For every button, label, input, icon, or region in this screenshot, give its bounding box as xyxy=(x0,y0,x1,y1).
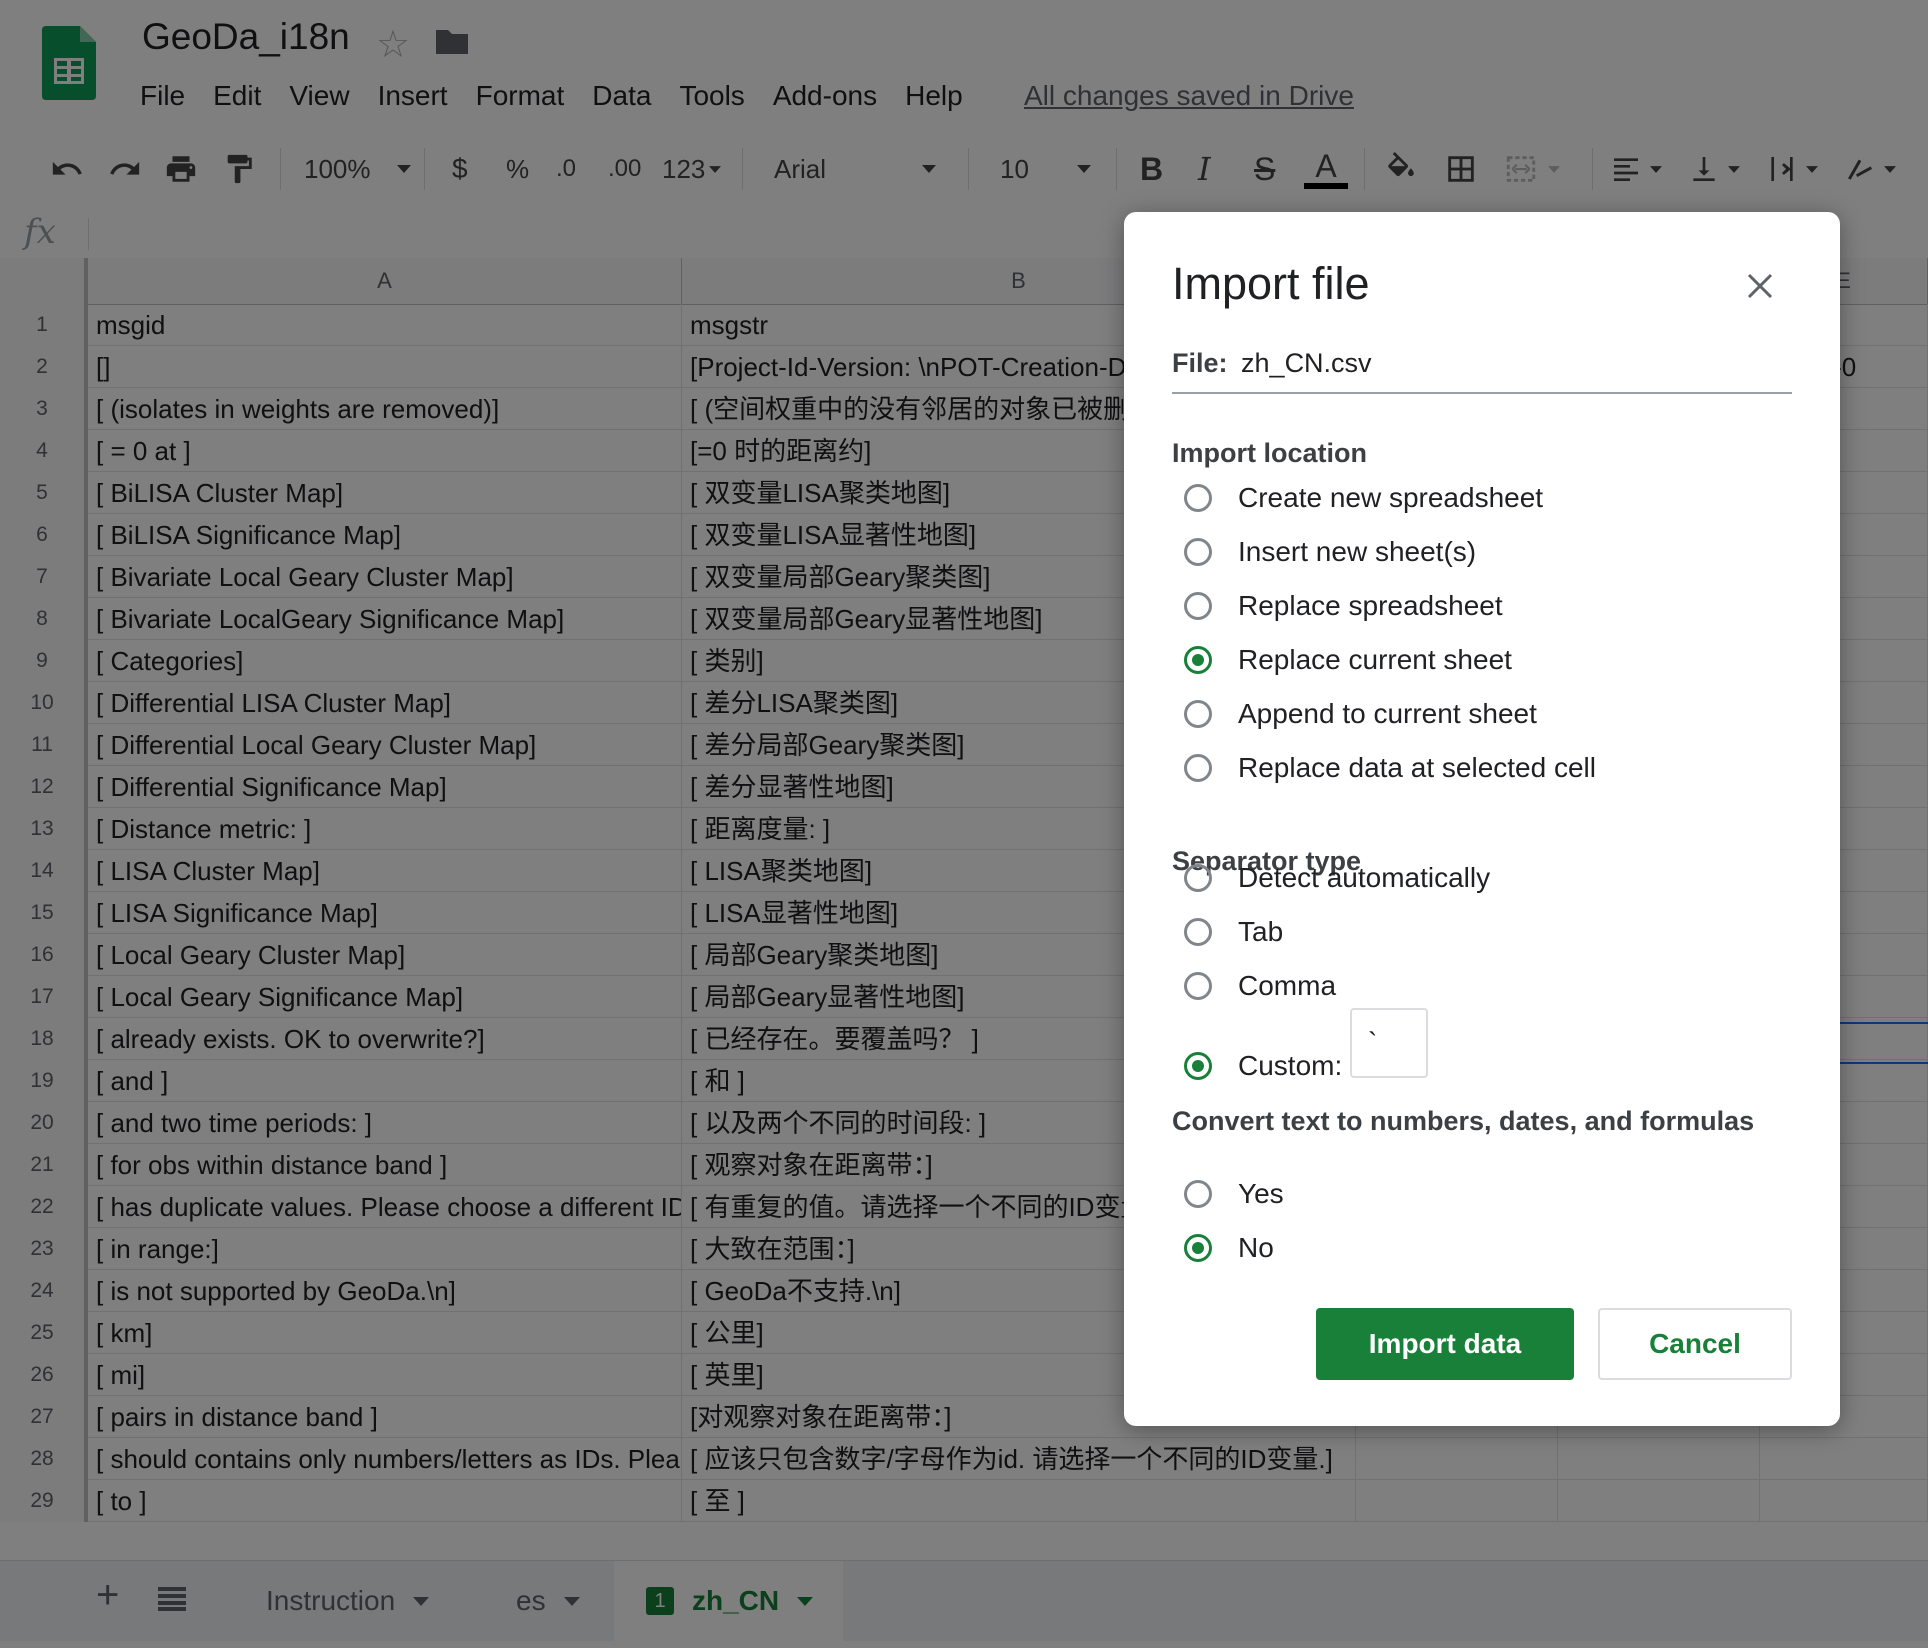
radio-unselected-icon[interactable] xyxy=(1184,864,1212,892)
import-location-heading: Import location xyxy=(1172,438,1367,468)
close-icon[interactable] xyxy=(1746,272,1774,300)
import-data-button[interactable]: Import data xyxy=(1316,1308,1574,1380)
separator-option-label: Comma xyxy=(1238,970,1337,1001)
custom-separator-input[interactable] xyxy=(1350,1008,1428,1078)
convert-text-option[interactable]: No xyxy=(1184,1228,1274,1268)
radio-unselected-icon[interactable] xyxy=(1184,538,1212,566)
separator-option[interactable]: Custom: xyxy=(1184,1046,1342,1086)
import-location-option-label: Append to current sheet xyxy=(1238,698,1537,729)
import-location-option[interactable]: Create new spreadsheet xyxy=(1184,478,1543,518)
import-location-option-label: Replace current sheet xyxy=(1238,644,1512,675)
radio-selected-icon[interactable] xyxy=(1184,646,1212,674)
import-location-option-label: Replace data at selected cell xyxy=(1238,752,1596,783)
radio-unselected-icon[interactable] xyxy=(1184,484,1212,512)
import-location-option[interactable]: Replace current sheet xyxy=(1184,640,1512,680)
dialog-title: Import file xyxy=(1172,258,1370,309)
import-location-option[interactable]: Append to current sheet xyxy=(1184,694,1537,734)
cancel-button[interactable]: Cancel xyxy=(1598,1308,1792,1380)
convert-text-option[interactable]: Yes xyxy=(1184,1174,1284,1214)
separator-option[interactable]: Tab xyxy=(1184,912,1283,952)
import-location-option-label: Insert new sheet(s) xyxy=(1238,536,1477,567)
import-location-option-label: Replace spreadsheet xyxy=(1238,590,1503,621)
radio-selected-icon[interactable] xyxy=(1184,1234,1212,1262)
radio-unselected-icon[interactable] xyxy=(1184,972,1212,1000)
import-file-dialog: Import file File: zh_CN.csv Import locat… xyxy=(1124,212,1840,1426)
radio-unselected-icon[interactable] xyxy=(1184,918,1212,946)
radio-unselected-icon[interactable] xyxy=(1184,1180,1212,1208)
separator-option[interactable]: Comma xyxy=(1184,966,1336,1006)
convert-text-option-label: Yes xyxy=(1238,1178,1284,1209)
import-location-option[interactable]: Replace data at selected cell xyxy=(1184,748,1596,788)
convert-text-heading: Convert text to numbers, dates, and form… xyxy=(1172,1106,1755,1136)
radio-unselected-icon[interactable] xyxy=(1184,700,1212,728)
convert-text-option-label: No xyxy=(1238,1232,1274,1263)
radio-unselected-icon[interactable] xyxy=(1184,592,1212,620)
separator-option-label: Tab xyxy=(1238,916,1284,947)
import-location-option-label: Create new spreadsheet xyxy=(1238,482,1544,513)
separator-option-label: Detect automatically xyxy=(1238,862,1491,893)
file-label: File: xyxy=(1172,348,1228,378)
separator-option-label: Custom: xyxy=(1238,1050,1343,1081)
import-location-option[interactable]: Insert new sheet(s) xyxy=(1184,532,1476,572)
file-info: File: zh_CN.csv xyxy=(1172,348,1792,394)
separator-option[interactable]: Detect automatically xyxy=(1184,858,1490,898)
import-location-option[interactable]: Replace spreadsheet xyxy=(1184,586,1503,626)
file-name: zh_CN.csv xyxy=(1241,348,1372,378)
radio-unselected-icon[interactable] xyxy=(1184,754,1212,782)
radio-selected-icon[interactable] xyxy=(1184,1052,1212,1080)
